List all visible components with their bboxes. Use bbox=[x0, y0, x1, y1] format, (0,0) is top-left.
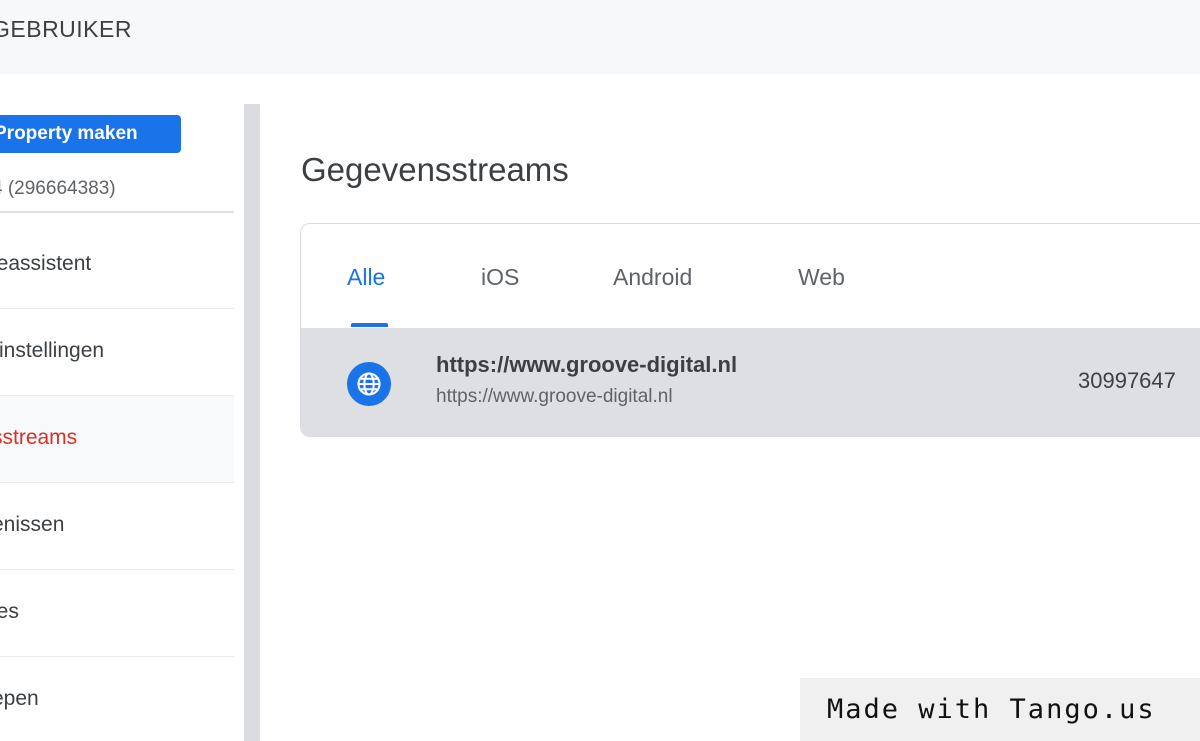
property-id: 4 (296664383) bbox=[0, 178, 116, 199]
sidebar-item-label: sstreams bbox=[0, 426, 78, 449]
page-title: Gegevensstreams bbox=[301, 151, 569, 188]
create-property-button[interactable]: Property maken bbox=[0, 115, 181, 153]
tango-watermark: Made with Tango.us bbox=[800, 678, 1200, 741]
tab-web[interactable]: Web bbox=[798, 264, 845, 291]
data-streams-card: Alle iOS Android Web https://www.groove-… bbox=[300, 223, 1200, 437]
watermark-text: Made with Tango.us bbox=[827, 694, 1156, 725]
sidebar-item-label: ies bbox=[0, 600, 19, 623]
stream-url: https://www.groove-digital.nl bbox=[436, 386, 673, 407]
sidebar-item-label: epen bbox=[0, 687, 39, 710]
sidebar-item-conversions[interactable]: ies bbox=[0, 570, 234, 657]
sidebar-item-label: -instellingen bbox=[0, 339, 105, 362]
stream-name: https://www.groove-digital.nl bbox=[436, 352, 738, 377]
sidebar-divider bbox=[0, 211, 234, 213]
sidebar-item-setup-assistant[interactable]: ieassistent bbox=[0, 222, 234, 309]
stream-row[interactable]: https://www.groove-digital.nl https://ww… bbox=[301, 328, 1200, 436]
active-tab-indicator bbox=[351, 323, 388, 327]
sidebar-item-property-settings[interactable]: -instellingen bbox=[0, 309, 234, 396]
sidebar-item-label: enissen bbox=[0, 513, 65, 536]
tab-android[interactable]: Android bbox=[613, 264, 692, 291]
top-bar: GEBRUIKER bbox=[0, 0, 1200, 74]
stream-id: 30997647 bbox=[1078, 368, 1176, 393]
sidebar-item-audiences[interactable]: epen bbox=[0, 657, 234, 741]
tab-ios[interactable]: iOS bbox=[481, 264, 519, 291]
sidebar-item-data-streams[interactable]: sstreams bbox=[0, 396, 234, 483]
sidebar-item-events[interactable]: enissen bbox=[0, 483, 234, 570]
globe-icon bbox=[347, 362, 391, 406]
sidebar-item-label: ieassistent bbox=[0, 252, 92, 275]
tab-all[interactable]: Alle bbox=[347, 264, 385, 291]
sidebar-scrollbar[interactable] bbox=[244, 104, 260, 741]
admin-sidebar: Property maken 4 (296664383) ieassistent… bbox=[0, 74, 244, 741]
account-title: GEBRUIKER bbox=[0, 16, 132, 42]
